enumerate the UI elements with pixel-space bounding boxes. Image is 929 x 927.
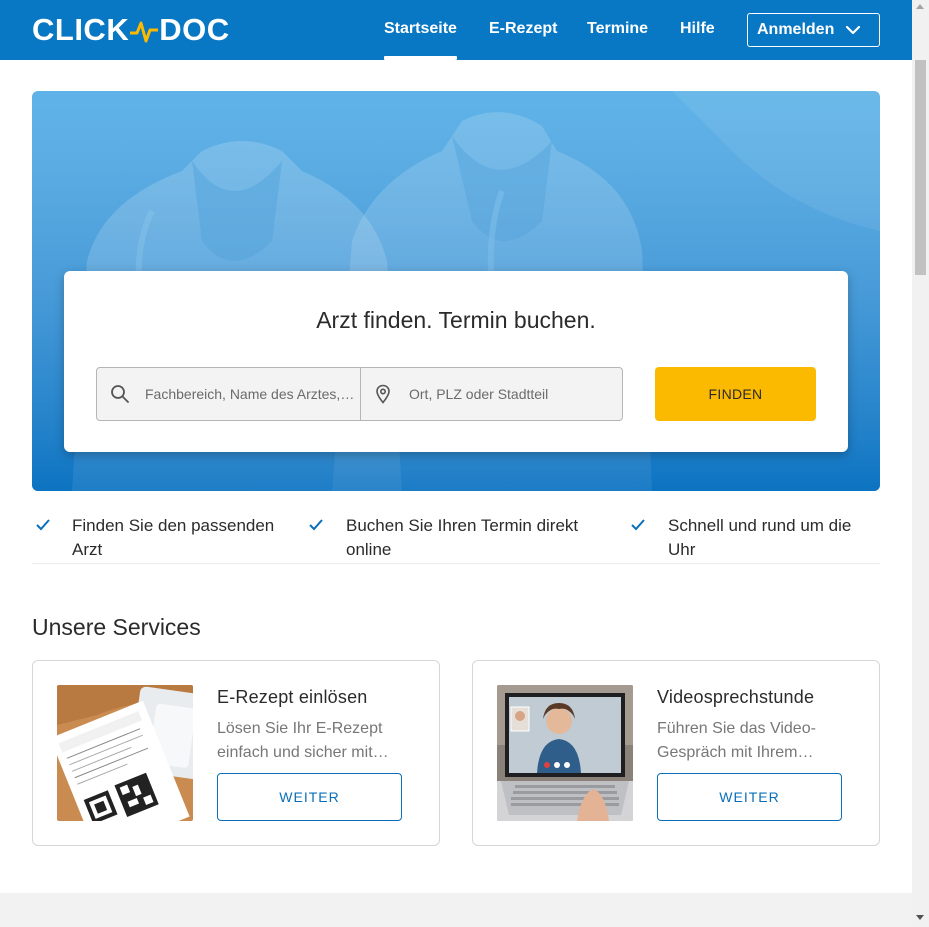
scrollbar-thumb[interactable] — [915, 60, 926, 275]
benefit-line1: Schnell und rund um die — [668, 516, 852, 535]
search-title: Arzt finden. Termin buchen. — [316, 307, 596, 333]
specialty-search-input[interactable]: Fachbereich, Name des Arztes, Praxis — [97, 368, 361, 420]
benefit-line1: Finden Sie den passenden — [72, 516, 275, 535]
find-button[interactable]: FINDEN — [655, 367, 816, 421]
services-title: Unsere Services — [32, 614, 201, 640]
top-header: CLICK DOC Startseite E-Rezept Termine Hi… — [0, 0, 912, 60]
benefit-text: Finden Sie den passenden Arzt — [72, 514, 312, 562]
service-card-e-rezept: E-Rezept einlösen Lösen Sie Ihr E-Rezept… — [32, 660, 440, 846]
weiter-button[interactable]: WEITER — [657, 773, 842, 821]
card-desc-line1: Lösen Sie Ihr E-Rezept — [217, 720, 383, 737]
scroll-up-arrow[interactable] — [916, 4, 924, 9]
nav-startseite[interactable]: Startseite — [384, 20, 457, 60]
weiter-button[interactable]: WEITER — [217, 773, 402, 821]
search-box: Fachbereich, Name des Arztes, Praxis Ort… — [96, 367, 623, 421]
check-icon — [36, 519, 50, 531]
location-search-input[interactable]: Ort, PLZ oder Stadtteil — [361, 368, 622, 420]
video-call-image — [497, 685, 633, 821]
card-description: Lösen Sie Ihr E-Rezept einfach und siche… — [217, 717, 407, 765]
login-label: Anmelden — [757, 21, 835, 38]
benefit-line1: Buchen Sie Ihren Termin direkt — [346, 516, 579, 535]
card-description: Führen Sie das Video- Gespräch mit Ihrem… — [657, 717, 847, 765]
location-pin-icon — [376, 384, 390, 404]
prescription-image — [57, 685, 193, 821]
clickdoc-logo[interactable]: CLICK DOC — [32, 12, 230, 47]
check-icon — [309, 519, 323, 531]
benefit-line2: Uhr — [668, 540, 696, 559]
specialty-placeholder: Fachbereich, Name des Arztes, Praxis — [145, 386, 357, 402]
search-icon — [111, 385, 129, 403]
nav-hilfe[interactable]: Hilfe — [680, 20, 715, 38]
nav-termine[interactable]: Termine — [587, 20, 648, 38]
benefits-row: Finden Sie den passenden Arzt Buchen Sie… — [32, 512, 880, 564]
benefit-line2: online — [346, 540, 392, 559]
nav-e-rezept[interactable]: E-Rezept — [489, 20, 557, 38]
benefit-line2: Arzt — [72, 540, 103, 559]
benefit-text: Buchen Sie Ihren Termin direkt online — [346, 514, 616, 562]
page-scrollbar[interactable] — [912, 0, 929, 927]
login-button[interactable]: Anmelden — [747, 13, 880, 47]
pulse-icon — [130, 21, 159, 43]
footer-area — [0, 893, 912, 927]
check-icon — [631, 519, 645, 531]
benefit-text: Schnell und rund um die Uhr — [668, 514, 880, 562]
card-title: E-Rezept einlösen — [217, 687, 368, 707]
card-desc-line2: Gespräch mit Ihrem… — [657, 744, 814, 761]
chevron-down-icon — [845, 25, 861, 35]
card-desc-line1: Führen Sie das Video- — [657, 720, 816, 737]
service-card-videosprechstunde: Videosprechstunde Führen Sie das Video- … — [472, 660, 880, 846]
logo-text-right: DOC — [159, 12, 230, 47]
scroll-down-arrow[interactable] — [916, 915, 924, 920]
card-title: Videosprechstunde — [657, 687, 815, 707]
card-desc-line2: einfach und sicher mit… — [217, 744, 389, 761]
search-card: Arzt finden. Termin buchen. Fachbereich,… — [64, 271, 848, 452]
location-placeholder: Ort, PLZ oder Stadtteil — [409, 386, 549, 402]
logo-text-left: CLICK — [32, 12, 130, 47]
